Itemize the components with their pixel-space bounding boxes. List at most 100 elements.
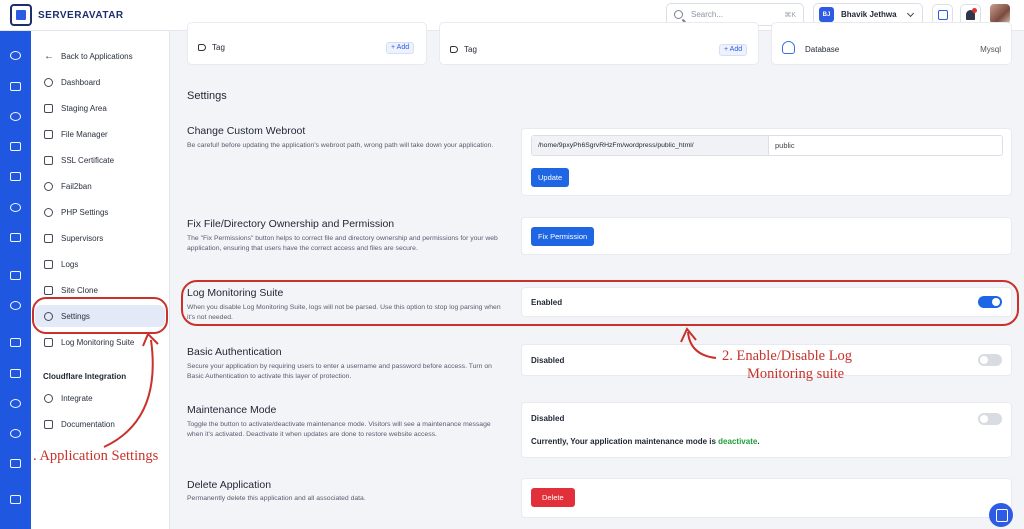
permission-title: Fix File/Directory Ownership and Permiss… <box>187 218 395 230</box>
sidebar-item-label: Supervisors <box>61 233 104 243</box>
arrowhead-log-monitoring <box>680 327 697 343</box>
sidebar-item-php-settings[interactable]: PHP Settings <box>35 201 165 223</box>
delete-title: Delete Application <box>187 479 272 491</box>
lock-icon <box>44 155 53 165</box>
sidebar-item-log-monitoring-suite[interactable]: Log Monitoring Suite <box>35 331 165 353</box>
webroot-description: Be careful! before updating the applicat… <box>187 142 494 149</box>
download-rail-icon[interactable] <box>10 271 21 280</box>
logo[interactable]: SERVERAVATAR <box>10 4 124 26</box>
sidebar-item-supervisors[interactable]: Supervisors <box>35 227 165 249</box>
tag-label: Tag <box>464 45 477 54</box>
toggle-knob <box>980 415 988 423</box>
annotation-application-settings: . Application Settings <box>33 448 159 464</box>
maintenance-status: Disabled <box>531 414 565 423</box>
chevron-down-icon <box>906 9 915 17</box>
database-label: Database <box>805 45 840 54</box>
staging-icon <box>44 103 53 113</box>
maintenance-toggle[interactable] <box>978 413 1002 425</box>
sidebar-item-logs[interactable]: Logs <box>35 253 165 275</box>
apps-rail-icon[interactable] <box>10 112 21 121</box>
sidebar-item-label: PHP Settings <box>61 207 109 217</box>
annotation-enable-disable-line1: 2. Enable/Disable Log <box>722 348 853 364</box>
tag-icon <box>450 46 458 53</box>
basic-auth-toggle[interactable] <box>978 354 1002 366</box>
sidebar-item-fail2ban[interactable]: Fail2ban <box>35 175 165 197</box>
sidebar-item-label: Staging Area <box>61 103 107 113</box>
mysql-icon <box>782 41 795 54</box>
settings-highlight-box <box>32 297 168 334</box>
fix-permission-button[interactable]: Fix Permission <box>531 227 595 246</box>
dashboard-rail-icon[interactable] <box>10 51 21 60</box>
back-to-applications-link[interactable]: ← Back to Applications <box>35 45 165 67</box>
billing-rail-icon[interactable] <box>10 338 21 347</box>
notification-dot <box>972 8 977 13</box>
maintenance-note-prefix: Currently, Your application maintenance … <box>531 437 716 446</box>
add-tag-button[interactable]: + Add <box>386 42 415 54</box>
delete-description: Permanently delete this application and … <box>187 495 366 502</box>
sidebar-item-staging-area[interactable]: Staging Area <box>35 97 165 119</box>
user-initials: BJ <box>819 7 834 22</box>
avatar[interactable] <box>990 4 1010 24</box>
sidebar-item-label: File Manager <box>61 129 108 139</box>
brand-name: SERVERAVATAR <box>38 9 124 21</box>
webroot-value[interactable]: public <box>769 136 1002 155</box>
storage-rail-icon[interactable] <box>10 172 21 181</box>
webroot-prefix: /home/9pxyPh6SgrvRHzFm/wordpress/public_… <box>532 136 769 155</box>
tag-card-2: Tag + Add <box>439 22 759 65</box>
tag-icon <box>198 44 206 51</box>
ban-icon <box>44 181 53 191</box>
log-monitoring-highlight-box <box>181 280 1019 326</box>
permission-description: The "Fix Permissions" button helps to co… <box>187 235 498 252</box>
toggle-knob <box>980 356 988 364</box>
sidebar-item-label: Log Monitoring Suite <box>61 337 135 347</box>
sidebar-item-ssl-certificate[interactable]: SSL Certificate <box>35 149 165 171</box>
add-tag-button[interactable]: + Add <box>719 44 748 56</box>
database-card: Database Mysql <box>771 22 1012 65</box>
basic-auth-title: Basic Authentication <box>187 346 282 358</box>
logs-icon <box>44 259 53 269</box>
dashboard-icon <box>44 77 53 87</box>
network-rail-icon[interactable] <box>10 203 21 212</box>
update-button[interactable]: Update <box>531 168 570 187</box>
annotation-enable-disable-line2: Monitoring suite <box>747 366 845 382</box>
arrow-left-icon: ← <box>44 50 54 62</box>
tools-icon <box>44 233 53 243</box>
database-value: Mysql <box>980 45 1001 54</box>
database-rail-icon[interactable] <box>10 142 21 151</box>
sidebar-item-integrate[interactable]: Integrate <box>35 387 165 409</box>
webroot-input[interactable]: /home/9pxyPh6SgrvRHzFm/wordpress/public_… <box>531 135 1003 156</box>
permission-panel: Fix Permission <box>521 217 1012 255</box>
sidebar-item-label: Fail2ban <box>61 181 92 191</box>
sidebar-item-label: Dashboard <box>61 77 101 87</box>
team-rail-icon[interactable] <box>10 399 21 408</box>
basic-auth-status: Disabled <box>531 356 565 365</box>
delete-button[interactable]: Delete <box>531 488 575 507</box>
sidebar-item-dashboard[interactable]: Dashboard <box>35 71 165 93</box>
user-name: Bhavik Jethwa <box>841 10 897 19</box>
doc-icon <box>44 419 53 429</box>
sidebar-item-file-manager[interactable]: File Manager <box>35 123 165 145</box>
basic-auth-description: Secure your application by requiring use… <box>187 363 492 380</box>
maintenance-note-suffix: . <box>757 437 760 446</box>
tag-label: Tag <box>212 43 225 52</box>
cloud-rail-icon[interactable] <box>10 233 21 242</box>
support-chat-button[interactable] <box>989 503 1013 527</box>
settings-title: Settings <box>187 90 227 102</box>
sidebar-item-documentation[interactable]: Documentation <box>35 413 165 435</box>
maintenance-note-value: deactivate <box>718 437 758 446</box>
sidebar-item-label: Back to Applications <box>61 51 133 61</box>
servers-rail-icon[interactable] <box>10 82 21 91</box>
maintenance-description: Toggle the button to activate/deactivate… <box>187 421 491 438</box>
maintenance-panel: Disabled Currently, Your application mai… <box>521 402 1012 458</box>
user-rail-icon[interactable] <box>10 459 21 468</box>
search-icon <box>674 10 683 19</box>
check-rail-icon[interactable] <box>10 429 21 438</box>
logo-icon <box>10 4 32 26</box>
shield-rail-icon[interactable] <box>10 301 21 310</box>
clone-icon <box>44 285 53 295</box>
reports-rail-icon[interactable] <box>10 369 21 378</box>
docs-rail-icon[interactable] <box>10 495 21 504</box>
file-icon <box>44 129 53 139</box>
sidebar-item-label: Integrate <box>61 393 93 403</box>
cloud-icon <box>44 393 53 403</box>
